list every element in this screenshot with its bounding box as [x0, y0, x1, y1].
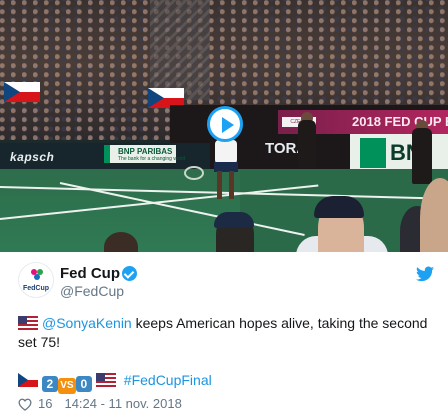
avatar[interactable]: FedCup	[18, 262, 54, 298]
heart-icon[interactable]	[18, 398, 32, 411]
play-icon[interactable]	[207, 106, 243, 142]
fedcup-banner-text: 2018 FED CUP BY	[352, 114, 448, 129]
player-shirt	[215, 140, 237, 164]
bnp-ad-small-text: BNP PARIBAS	[118, 147, 173, 156]
tweet-video[interactable]: CZECH REPUBLIC 2018 FED CUP BY TORA BN k…	[0, 0, 448, 252]
arena-stairs	[150, 0, 210, 100]
player-leg	[229, 171, 234, 199]
tweet-text: @SonyaKenin keeps American hopes alive, …	[18, 314, 438, 352]
twitter-bird-icon[interactable]	[416, 266, 434, 282]
avatar-label: FedCup	[22, 285, 50, 292]
user-handle[interactable]: @FedCup	[60, 283, 124, 299]
bnp-logo-mark	[360, 138, 386, 168]
vs-badge: VS	[57, 378, 76, 394]
player-leg	[217, 171, 222, 199]
ball-kid	[298, 120, 316, 168]
mention-link[interactable]: @SonyaKenin	[42, 315, 132, 331]
score-home: 2	[41, 376, 58, 392]
timestamp-link[interactable]: 14:24 - 11 nov. 2018	[64, 396, 181, 411]
hashtag-link[interactable]: #FedCupFinal	[124, 372, 212, 388]
spectator-cap	[214, 212, 254, 228]
like-count: 16	[38, 396, 53, 411]
us-flag-icon	[18, 316, 38, 330]
score-away: 0	[75, 376, 92, 392]
fed-cup-logo-icon	[31, 269, 43, 280]
us-flag-icon	[95, 373, 116, 387]
display-name[interactable]: Fed Cup	[60, 265, 120, 282]
ball-kid	[412, 128, 432, 184]
czech-flag-banner	[4, 82, 40, 102]
verified-badge-icon	[122, 266, 137, 281]
kapsch-ad: kapsch	[10, 150, 55, 164]
score-line: 2 VS 0 #FedCupFinal	[18, 372, 212, 394]
czech-flag-icon	[18, 373, 38, 387]
tweet-meta: 16 14:24 - 11 nov. 2018	[18, 396, 182, 412]
bnp-ad-small-sub: The bank for a changing world	[118, 156, 186, 162]
spectator-cap	[314, 196, 364, 218]
tweet-card: CZECH REPUBLIC 2018 FED CUP BY TORA BN k…	[0, 0, 448, 416]
racket	[184, 166, 204, 180]
